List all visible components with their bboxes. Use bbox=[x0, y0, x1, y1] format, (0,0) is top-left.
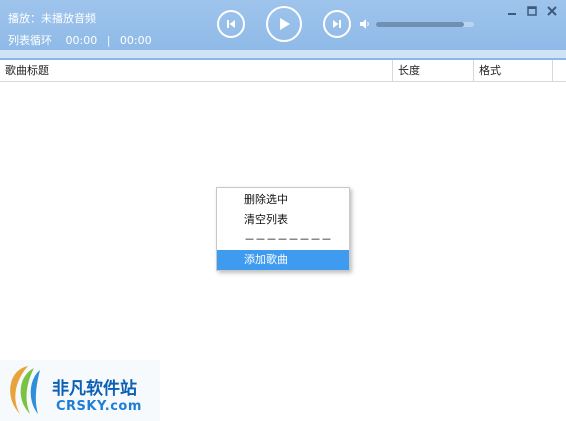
watermark-text-en: CRSKY.com bbox=[56, 399, 142, 414]
skip-previous-icon bbox=[227, 20, 235, 28]
playlist-header: 歌曲标题 长度 格式 bbox=[0, 60, 566, 82]
menu-item-add-song[interactable]: 添加歌曲 bbox=[217, 250, 349, 270]
menu-item-clear-list[interactable]: 清空列表 bbox=[217, 210, 349, 230]
time-separator: | bbox=[106, 34, 111, 47]
play-mode-toggle[interactable]: 列表循环 bbox=[8, 32, 52, 48]
speaker-icon[interactable] bbox=[359, 18, 371, 30]
column-header-title[interactable]: 歌曲标题 bbox=[0, 60, 392, 81]
previous-button[interactable] bbox=[217, 10, 245, 38]
menu-separator: －－－－－－－－ bbox=[244, 233, 332, 246]
play-icon bbox=[280, 18, 290, 30]
minimize-icon[interactable] bbox=[505, 5, 519, 17]
volume-level bbox=[376, 22, 465, 27]
close-icon[interactable] bbox=[545, 5, 559, 17]
skip-next-icon bbox=[333, 20, 341, 28]
maximize-icon[interactable] bbox=[525, 5, 539, 17]
next-button[interactable] bbox=[323, 10, 351, 38]
column-header-format[interactable]: 格式 bbox=[473, 60, 553, 81]
menu-item-delete-selected[interactable]: 删除选中 bbox=[217, 190, 349, 210]
context-menu: 删除选中 清空列表 －－－－－－－－ 添加歌曲 bbox=[216, 187, 350, 271]
volume-slider[interactable] bbox=[376, 22, 474, 27]
status-row: 列表循环 00:00 | 00:00 bbox=[8, 32, 152, 48]
play-button[interactable] bbox=[266, 6, 302, 42]
player-header: 播放：未播放音频 列表循环 00:00 | 00:00 bbox=[0, 0, 566, 60]
music-player-window: 播放：未播放音频 列表循环 00:00 | 00:00 歌曲标题 长度 格式 删… bbox=[0, 0, 566, 421]
watermark-text-cn: 非凡软件站 bbox=[52, 379, 137, 399]
current-time: 00:00 bbox=[65, 34, 98, 47]
total-time: 00:00 bbox=[119, 34, 152, 47]
column-header-length[interactable]: 长度 bbox=[392, 60, 473, 81]
now-playing-label: 播放：未播放音频 bbox=[8, 12, 96, 25]
progress-bar[interactable] bbox=[0, 50, 566, 58]
